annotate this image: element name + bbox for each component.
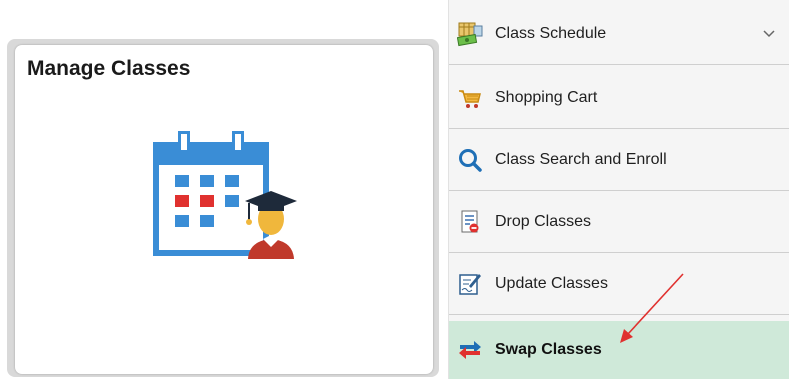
- edit-document-icon: [459, 273, 481, 295]
- menu-item-label: Update Classes: [495, 274, 608, 292]
- tile-title: Manage Classes: [27, 57, 191, 80]
- menu-item-label: Shopping Cart: [495, 88, 598, 106]
- menu-item-label: Drop Classes: [495, 212, 592, 230]
- schedule-money-icon: [457, 22, 483, 46]
- menu-item-class-schedule[interactable]: Class Schedule: [449, 3, 789, 65]
- menu-item-label: Swap Classes: [495, 341, 602, 358]
- chevron-down-icon[interactable]: [762, 29, 776, 39]
- shopping-cart-icon: [459, 89, 481, 108]
- menu-item-label: Class Schedule: [495, 24, 607, 42]
- navigation-menu: Class Schedule Shopping Cart Class Searc…: [448, 0, 789, 379]
- menu-item-class-search-enroll[interactable]: Class Search and Enroll: [449, 129, 789, 191]
- drop-document-icon: [461, 210, 479, 232]
- menu-item-shopping-cart[interactable]: Shopping Cart: [449, 67, 789, 129]
- menu-item-label: Class Search and Enroll: [495, 150, 667, 168]
- manage-classes-tile[interactable]: Manage Classes: [15, 45, 433, 374]
- calendar-graduate-icon: [153, 131, 297, 259]
- menu-item-swap-classes[interactable]: Swap Classes: [449, 321, 789, 379]
- menu-item-drop-classes[interactable]: Drop Classes: [449, 191, 789, 253]
- search-icon: [459, 148, 482, 172]
- swap-arrows-icon: [459, 341, 481, 359]
- menu-item-update-classes[interactable]: Update Classes: [449, 253, 789, 315]
